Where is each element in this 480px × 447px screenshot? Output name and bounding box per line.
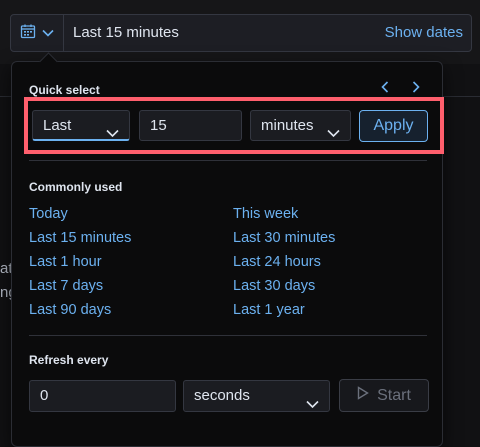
chevron-down-icon: [306, 390, 319, 420]
chevron-down-icon: [42, 24, 54, 42]
refresh-every-title: Refresh every: [29, 353, 109, 367]
commonly-used-link[interactable]: Last 30 days: [233, 278, 315, 294]
commonly-used-link[interactable]: Last 1 year: [233, 302, 305, 318]
commonly-used-link[interactable]: Last 90 days: [29, 302, 111, 318]
commonly-used-link[interactable]: Last 24 hours: [233, 254, 321, 270]
chevron-left-icon: [381, 80, 389, 98]
unit-select-value: minutes: [261, 117, 314, 134]
chevron-right-icon: [412, 80, 420, 98]
quick-select-popover: Quick select Last 15 minutes Apply Commo…: [11, 52, 444, 447]
chevron-down-icon: [323, 119, 340, 140]
selected-range-text[interactable]: Last 15 minutes: [73, 15, 179, 51]
refresh-unit-select[interactable]: seconds: [183, 380, 330, 412]
tense-select[interactable]: Last: [32, 110, 130, 141]
commonly-used-title: Commonly used: [29, 180, 123, 194]
section-divider: [29, 160, 427, 161]
tense-select-value: Last: [43, 117, 72, 134]
commonly-used-link[interactable]: This week: [233, 206, 298, 222]
commonly-used-link[interactable]: Last 30 minutes: [233, 230, 335, 246]
top-toolbar: Last 15 minutes Show dates: [0, 0, 480, 64]
commonly-used-link[interactable]: Last 7 days: [29, 278, 103, 294]
show-dates-button[interactable]: Show dates: [385, 15, 463, 51]
next-range-button[interactable]: [407, 80, 425, 98]
date-quick-menu-button[interactable]: [11, 15, 64, 51]
chevron-down-icon: [106, 119, 119, 148]
commonly-used-link[interactable]: Today: [29, 206, 68, 222]
unit-select[interactable]: minutes: [250, 110, 351, 141]
quick-select-title: Quick select: [29, 83, 100, 97]
apply-button[interactable]: Apply: [359, 110, 428, 142]
commonly-used-link[interactable]: Last 15 minutes: [29, 230, 131, 246]
calendar-icon: [20, 23, 36, 44]
start-refresh-button[interactable]: Start: [339, 379, 429, 412]
previous-range-button[interactable]: [376, 80, 394, 98]
refresh-interval-input[interactable]: 0: [29, 380, 176, 412]
commonly-used-link[interactable]: Last 1 hour: [29, 254, 102, 270]
start-button-label: Start: [377, 386, 411, 404]
refresh-unit-value: seconds: [194, 387, 250, 404]
play-icon: [357, 386, 369, 405]
section-divider: [29, 335, 427, 336]
date-picker-bar: Last 15 minutes Show dates: [10, 14, 472, 52]
quantity-input[interactable]: 15: [139, 110, 242, 141]
